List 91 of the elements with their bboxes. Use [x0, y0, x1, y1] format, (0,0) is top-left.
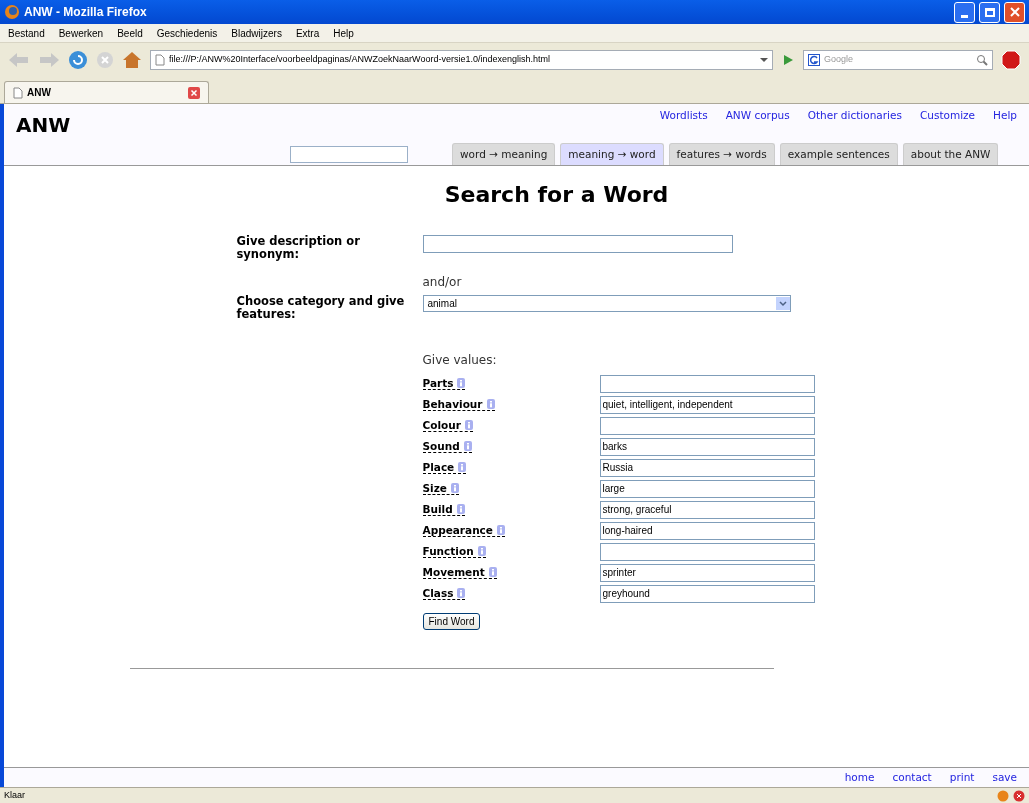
menu-item[interactable]: Beeld: [117, 25, 143, 41]
error-icon: [1013, 789, 1025, 802]
feature-label[interactable]: Movement: [422, 566, 497, 579]
adblock-icon[interactable]: [1001, 49, 1021, 70]
search-input[interactable]: Google: [824, 52, 972, 67]
feature-label[interactable]: Class: [422, 587, 466, 600]
field-label: Give description or synonym:: [236, 235, 361, 261]
close-button[interactable]: [1004, 1, 1025, 23]
section-label: Give values:: [422, 353, 497, 368]
feature-label[interactable]: Sound: [422, 440, 472, 453]
feature-field[interactable]: Russia: [599, 458, 815, 477]
feature-label[interactable]: Colour: [422, 419, 473, 432]
info-icon[interactable]: [477, 546, 486, 556]
browser-tab[interactable]: ANW: [4, 81, 209, 103]
nav-tab[interactable]: meaning → word: [560, 143, 664, 165]
info-icon[interactable]: [496, 525, 505, 535]
footer-link[interactable]: contact: [892, 769, 932, 786]
info-icon[interactable]: [456, 504, 465, 514]
nav-link[interactable]: Wordlists: [659, 108, 708, 124]
page-icon: [13, 86, 23, 99]
feature-field[interactable]: large: [599, 479, 815, 498]
info-icon[interactable]: [486, 399, 495, 409]
page-heading: Search for a Word: [444, 181, 669, 209]
go-icon[interactable]: [781, 52, 795, 67]
info-icon[interactable]: [450, 483, 459, 493]
feature-field[interactable]: strong, graceful: [599, 500, 815, 519]
info-icon[interactable]: [464, 420, 473, 430]
quick-search-field[interactable]: [290, 146, 408, 163]
nav-link[interactable]: Help: [993, 108, 1017, 124]
feature-field[interactable]: greyhound: [599, 584, 815, 603]
and-or-text: and/or: [422, 275, 462, 289]
feature-field[interactable]: [599, 542, 815, 561]
menu-item[interactable]: Extra: [295, 25, 320, 41]
feature-field[interactable]: sprinter: [599, 563, 815, 582]
address-bar[interactable]: file:///P:/ANW%20Interface/voorbeeldpaginas/ANWZoekNaarWoord-versie1.0/indexenglish.html: [150, 49, 773, 70]
reload-icon[interactable]: [68, 49, 88, 70]
nav-link[interactable]: Other dictionaries: [807, 108, 902, 124]
site-logo[interactable]: ANW: [16, 110, 71, 140]
window-title: ANW - Mozilla Firefox: [24, 4, 148, 21]
feature-field[interactable]: [599, 416, 815, 435]
close-icon[interactable]: [188, 86, 200, 99]
description-field[interactable]: [422, 235, 733, 253]
menu-item[interactable]: Bladwijzers: [231, 25, 282, 41]
feature-label[interactable]: Build: [422, 503, 465, 516]
menu-item[interactable]: Bewerken: [58, 25, 104, 41]
dropdown-icon[interactable]: [760, 57, 768, 62]
feature-field[interactable]: long-haired: [599, 521, 815, 540]
nav-tab[interactable]: example sentences: [779, 143, 898, 165]
feature-label[interactable]: Size: [422, 482, 459, 495]
footer-link[interactable]: home: [844, 769, 875, 786]
stop-icon[interactable]: [96, 50, 114, 69]
nav-tab[interactable]: features → words: [668, 143, 775, 165]
status-text: Klaar: [4, 788, 26, 802]
minimize-button[interactable]: [954, 1, 975, 23]
feature-label[interactable]: Appearance: [422, 524, 505, 537]
feature-label[interactable]: Function: [422, 545, 486, 558]
feature-field[interactable]: [599, 374, 815, 393]
nav-tab[interactable]: about the ANW: [902, 143, 999, 165]
browser-logo-icon: [4, 4, 20, 20]
nav-tab[interactable]: word → meaning: [452, 143, 556, 165]
page-icon: [155, 53, 165, 66]
info-icon[interactable]: [463, 441, 472, 451]
browser-logo-icon: [997, 789, 1009, 802]
feature-label[interactable]: Parts: [422, 377, 466, 390]
search-engine-icon[interactable]: [808, 53, 820, 66]
info-icon[interactable]: [458, 462, 467, 472]
menu-item[interactable]: Help: [333, 25, 354, 41]
info-icon[interactable]: [457, 588, 466, 598]
info-icon[interactable]: [488, 567, 497, 577]
feature-field[interactable]: barks: [599, 437, 815, 456]
feature-field[interactable]: quiet, intelligent, independent: [599, 395, 815, 414]
address-text: file:///P:/ANW%20Interface/voorbeeldpaginas/ANWZoekNaarWoord-versie1.0/indexenglish.html: [169, 52, 551, 66]
footer-link[interactable]: print: [949, 769, 975, 786]
feature-label[interactable]: Behaviour: [422, 398, 495, 411]
field-label: Choose category and give features:: [236, 295, 406, 322]
tab-title: ANW: [27, 86, 52, 100]
category-select[interactable]: animal: [422, 295, 791, 313]
search-bar[interactable]: Google: [803, 49, 993, 70]
home-icon[interactable]: [122, 50, 142, 69]
info-icon[interactable]: [457, 378, 466, 388]
feature-label[interactable]: Place: [422, 461, 467, 474]
dropdown-icon[interactable]: [775, 297, 790, 311]
nav-link[interactable]: Customize: [919, 108, 976, 124]
maximize-button[interactable]: [979, 1, 1000, 23]
search-icon[interactable]: [976, 53, 988, 66]
footer-link[interactable]: save: [992, 769, 1017, 786]
find-word-button[interactable]: Find Word: [422, 612, 481, 630]
close-icon: [1009, 7, 1020, 17]
menu-item[interactable]: Geschiedenis: [156, 25, 218, 41]
nav-link[interactable]: ANW corpus: [725, 108, 790, 124]
menu-item[interactable]: Bestand: [8, 25, 45, 41]
